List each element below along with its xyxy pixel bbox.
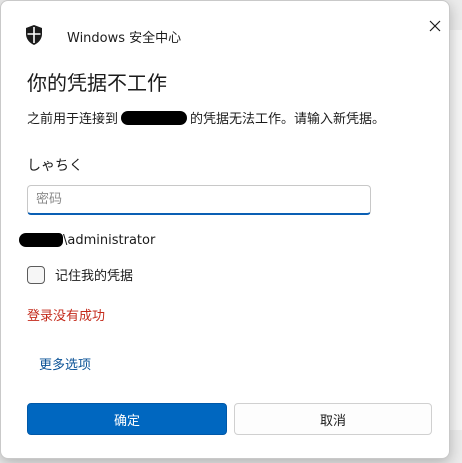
credential-dialog: Windows 安全中心 你的凭据不工作 之前用于连接到 的凭据无法工作。请输入新… [0, 0, 450, 459]
redacted-domain [19, 233, 63, 247]
cancel-button[interactable]: 取消 [234, 403, 432, 435]
error-message: 登录没有成功 [27, 309, 106, 324]
app-title: Windows 安全中心 [67, 31, 182, 46]
title-bar: Windows 安全中心 [1, 1, 449, 51]
ok-button[interactable]: 确定 [27, 403, 227, 435]
account-suffix: \administrator [63, 232, 156, 248]
close-button[interactable] [424, 15, 446, 37]
subtitle-text-after: 的凭据无法工作。请输入新凭据。 [190, 112, 386, 127]
account-name: \administrator [19, 231, 155, 249]
dialog-subtitle: 之前用于连接到 的凭据无法工作。请输入新凭据。 [27, 108, 385, 127]
close-icon [429, 17, 441, 36]
shield-icon [25, 25, 43, 45]
remember-credentials-option[interactable]: 记住我的凭据 [27, 265, 133, 284]
remember-label: 记住我的凭据 [55, 269, 134, 284]
password-input[interactable] [27, 185, 371, 215]
more-options-link[interactable]: 更多选项 [39, 354, 91, 373]
remember-checkbox[interactable] [27, 265, 45, 284]
redacted-host [121, 111, 188, 125]
dialog-heading: 你的凭据不工作 [27, 71, 167, 95]
user-name-label: しゃちく [27, 158, 83, 174]
subtitle-text-before: 之前用于连接到 [27, 112, 119, 127]
